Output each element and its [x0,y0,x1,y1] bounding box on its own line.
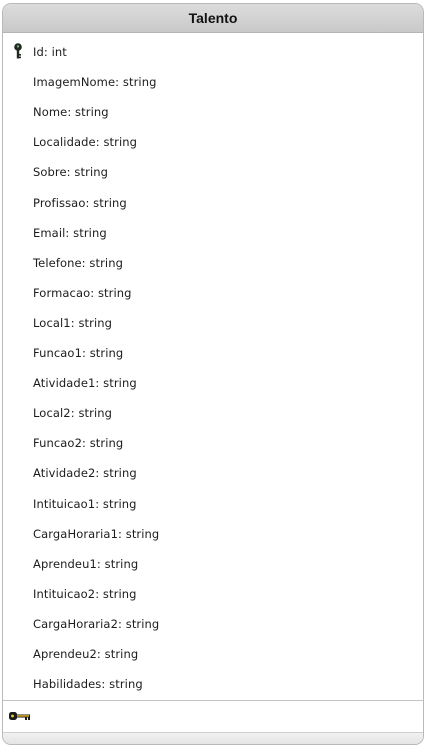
primary-key-icon [14,43,22,59]
field-row[interactable]: CargaHoraria2: string [3,609,423,639]
field-label: Intituicao2: string [33,586,137,601]
field-label: Funcao2: string [33,436,124,451]
field-row[interactable]: ImagemNome: string [3,67,423,97]
field-row-primary-key[interactable]: Id: int [3,37,423,67]
field-row[interactable]: Aprendeu2: string [3,639,423,669]
field-row[interactable]: Intituicao1: string [3,489,423,519]
field-row[interactable]: Atividade1: string [3,368,423,398]
key-icon [9,712,30,720]
field-label: Habilidades: string [33,677,143,692]
field-row[interactable]: Funcao2: string [3,428,423,458]
field-row[interactable]: CargaHoraria1: string [3,519,423,549]
field-row[interactable]: Localidade: string [3,127,423,157]
entity-talento[interactable]: Talento Id: int ImagemNome: string Nome: s… [2,3,424,745]
field-label: Atividade2: string [33,466,137,481]
field-row[interactable]: Telefone: string [3,248,423,278]
field-label: Atividade1: string [33,376,137,391]
field-row[interactable]: Local2: string [3,398,423,428]
field-row[interactable]: Atividade2: string [3,458,423,488]
entity-header[interactable]: Talento [3,4,423,33]
field-label: Intituicao1: string [33,496,137,511]
field-label: CargaHoraria2: string [33,616,160,631]
field-label: Email: string [33,225,107,240]
field-label: CargaHoraria1: string [33,526,160,541]
field-row[interactable]: Nome: string [3,97,423,127]
entity-title: Talento [188,10,238,26]
field-row[interactable]: Formacao: string [3,278,423,308]
field-label: Local2: string [33,406,113,421]
field-label: ImagemNome: string [33,75,157,90]
field-label: Sobre: string [33,165,109,180]
field-label: Nome: string [33,105,109,120]
field-label: Aprendeu2: string [33,647,139,661]
field-label: Id: int [33,45,67,59]
field-row[interactable]: Profissao: string [3,188,423,218]
field-label: Aprendeu1: string [33,556,139,571]
field-list: Id: int ImagemNome: string Nome: string Loc… [3,33,423,699]
field-label: Funcao1: string [33,346,124,360]
field-label: Profissao: string [33,195,127,210]
entity-footer [3,732,423,744]
field-label: Local1: string [33,315,113,330]
field-row[interactable]: Intituicao2: string [3,579,423,609]
field-row[interactable]: Habilidades: string [3,669,423,699]
field-row[interactable]: Funcao1: string [3,338,423,368]
field-row[interactable]: Email: string [3,218,423,248]
field-label: Telefone: string [33,255,124,270]
field-label: Localidade: string [33,135,138,150]
field-row[interactable]: Sobre: string [3,157,423,187]
field-label: Formacao: string [33,285,132,300]
field-row[interactable]: Local1: string [3,308,423,338]
field-row[interactable]: Aprendeu1: string [3,549,423,579]
keys-section [3,700,423,733]
